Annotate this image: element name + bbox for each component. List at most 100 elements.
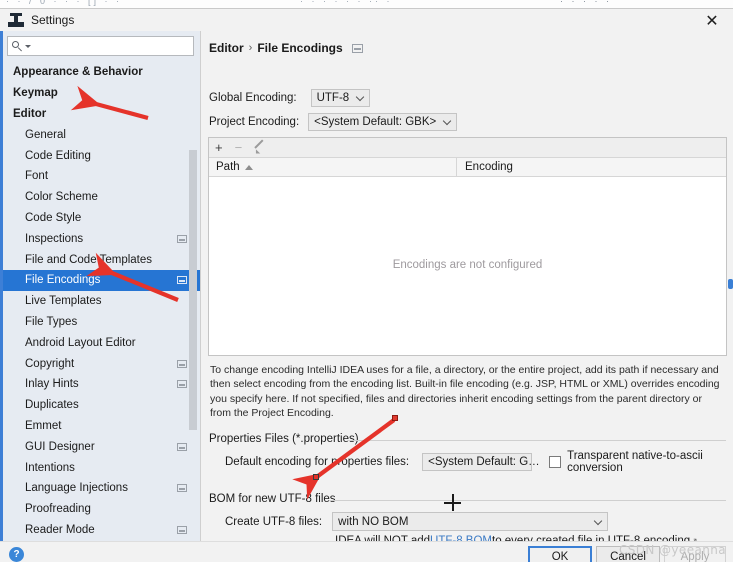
sidebar-item-file-and-code-templates[interactable]: File and Code Templates [3, 249, 200, 270]
column-header-encoding[interactable]: Encoding [457, 158, 513, 176]
sidebar-item-duplicates[interactable]: Duplicates [3, 395, 200, 416]
dialog-body: Appearance & Behavior Keymap Editor General… [0, 31, 733, 547]
sidebar-item-gui-designer[interactable]: GUI Designer [3, 436, 200, 457]
settings-dialog: Settings ✕ Appearance & Behavior Keymap … [0, 8, 733, 562]
column-header-encoding-label: Encoding [465, 161, 513, 173]
create-utf8-files-value: with NO BOM [338, 515, 409, 528]
settings-sync-icon[interactable] [177, 276, 187, 285]
sidebar-scrollbar-thumb[interactable] [189, 150, 197, 430]
project-encoding-label: Project Encoding: [209, 116, 300, 128]
breadcrumb-separator: › [248, 42, 253, 54]
sidebar-item-label: General [25, 128, 66, 141]
sidebar-item-appearance-behavior[interactable]: Appearance & Behavior [3, 62, 200, 83]
edit-pencil-icon[interactable] [254, 142, 266, 154]
checkbox-box [549, 456, 562, 468]
global-encoding-combo[interactable]: UTF-8 [310, 89, 371, 107]
search-input[interactable] [34, 38, 189, 54]
sidebar-item-editor[interactable]: Editor [3, 104, 200, 125]
sidebar-item-file-types[interactable]: File Types [3, 312, 200, 333]
global-encoding-label: Global Encoding: [209, 92, 297, 104]
breadcrumb-parent[interactable]: Editor [209, 41, 244, 55]
title-bar: Settings ✕ [0, 9, 733, 31]
sidebar-item-color-scheme[interactable]: Color Scheme [3, 187, 200, 208]
settings-sync-icon[interactable] [177, 380, 187, 389]
sidebar-item-reader-mode[interactable]: Reader Mode [3, 520, 200, 541]
create-utf8-files-row: Create UTF-8 files: with NO BOM [225, 512, 609, 531]
sidebar-item-label: Code Style [25, 211, 82, 224]
properties-default-encoding-row: Default encoding for properties files: <… [225, 450, 733, 474]
sidebar-item-live-templates[interactable]: Live Templates [3, 291, 200, 312]
sidebar-item-general[interactable]: General [3, 124, 200, 145]
sidebar-item-code-editing[interactable]: Code Editing [3, 145, 200, 166]
background-text-1: · · / 0 · · · [] · · [6, 0, 122, 6]
close-icon[interactable]: ✕ [691, 9, 733, 31]
encodings-table-toolbar: + − [209, 138, 726, 158]
global-encoding-value: UTF-8 [316, 92, 350, 104]
sidebar-item-code-style[interactable]: Code Style [3, 208, 200, 229]
sort-ascending-icon [244, 164, 253, 170]
transparent-native-to-ascii-checkbox[interactable]: Transparent native-to-ascii conversion [549, 450, 733, 474]
sidebar-item-copyright[interactable]: Copyright [3, 353, 200, 374]
properties-group-title: Properties Files (*.properties) [209, 433, 359, 445]
chevron-down-icon [356, 94, 364, 102]
column-header-path[interactable]: Path [209, 158, 457, 176]
bom-group-divider [329, 500, 726, 501]
settings-sidebar: Appearance & Behavior Keymap Editor General… [0, 31, 200, 541]
sidebar-item-intentions[interactable]: Intentions [3, 457, 200, 478]
settings-sync-icon[interactable] [177, 359, 187, 368]
settings-sync-icon[interactable] [177, 525, 187, 534]
sidebar-item-label: Font [25, 170, 49, 183]
settings-sync-icon[interactable] [351, 43, 363, 53]
sidebar-item-label: Color Scheme [25, 191, 98, 204]
chevron-down-icon [25, 41, 32, 52]
sidebar-item-label: Keymap [13, 87, 58, 100]
sidebar-item-language-injections[interactable]: Language Injections [3, 478, 200, 499]
sidebar-item-inspections[interactable]: Inspections [3, 228, 200, 249]
settings-sync-icon[interactable] [177, 442, 187, 451]
sidebar-item-label: Code Editing [25, 149, 91, 162]
add-encoding-button[interactable]: + [215, 141, 223, 154]
column-header-path-label: Path [216, 161, 240, 173]
sidebar-item-label: File and Code Templates [25, 253, 152, 266]
create-utf8-files-combo[interactable]: with NO BOM [332, 512, 609, 531]
sidebar-item-inlay-hints[interactable]: Inlay Hints [3, 374, 200, 395]
chevron-down-icon [443, 118, 451, 126]
settings-sync-icon[interactable] [177, 234, 187, 243]
watermark: CSDN @yeeanna [618, 543, 726, 557]
sidebar-item-label: Android Layout Editor [25, 336, 136, 349]
sidebar-item-android-layout-editor[interactable]: Android Layout Editor [3, 332, 200, 353]
panel-scroll-indicator[interactable] [728, 279, 733, 289]
remove-encoding-button[interactable]: − [235, 141, 243, 154]
window-title: Settings [31, 13, 75, 27]
ok-button[interactable]: OK [528, 546, 592, 562]
properties-default-encoding-combo[interactable]: <System Default: G… [422, 453, 540, 471]
breadcrumb-current: File Encodings [257, 41, 343, 55]
sidebar-item-label: Language Injections [25, 482, 128, 495]
background-editor-strip: · · / 0 · · · [] · · · · · · · · ·· · · … [0, 0, 733, 8]
sidebar-item-label: Live Templates [25, 295, 102, 308]
sidebar-item-file-encodings[interactable]: File Encodings [3, 269, 200, 291]
sidebar-item-proofreading[interactable]: Proofreading [3, 499, 200, 520]
project-encoding-combo[interactable]: <System Default: GBK> [308, 113, 458, 131]
sidebar-item-label: Inspections [25, 232, 84, 245]
sidebar-item-font[interactable]: Font [3, 166, 200, 187]
chevron-down-icon [594, 518, 602, 526]
file-encodings-panel: Editor › File Encodings Global Encoding:… [200, 31, 733, 547]
sidebar-item-label: Intentions [25, 461, 75, 474]
search-box[interactable] [7, 36, 194, 56]
help-icon[interactable]: ? [9, 547, 24, 562]
settings-tree[interactable]: Appearance & Behavior Keymap Editor General… [3, 62, 200, 541]
properties-default-encoding-value: <System Default: G… [428, 456, 540, 468]
settings-sync-icon[interactable] [177, 484, 187, 493]
sidebar-scrollbar[interactable] [189, 62, 197, 541]
bom-group-title: BOM for new UTF-8 files [209, 493, 336, 505]
create-utf8-files-label: Create UTF-8 files: [225, 515, 323, 528]
encodings-description: To change encoding IntelliJ IDEA uses fo… [210, 364, 720, 420]
sidebar-item-emmet[interactable]: Emmet [3, 416, 200, 437]
sidebar-item-label: Proofreading [25, 503, 91, 516]
search-icon [12, 40, 23, 52]
crosshair-cursor [444, 494, 461, 511]
sidebar-item-label: Editor [13, 107, 47, 120]
annotation-start-dot [392, 415, 398, 421]
sidebar-item-keymap[interactable]: Keymap [3, 83, 200, 104]
